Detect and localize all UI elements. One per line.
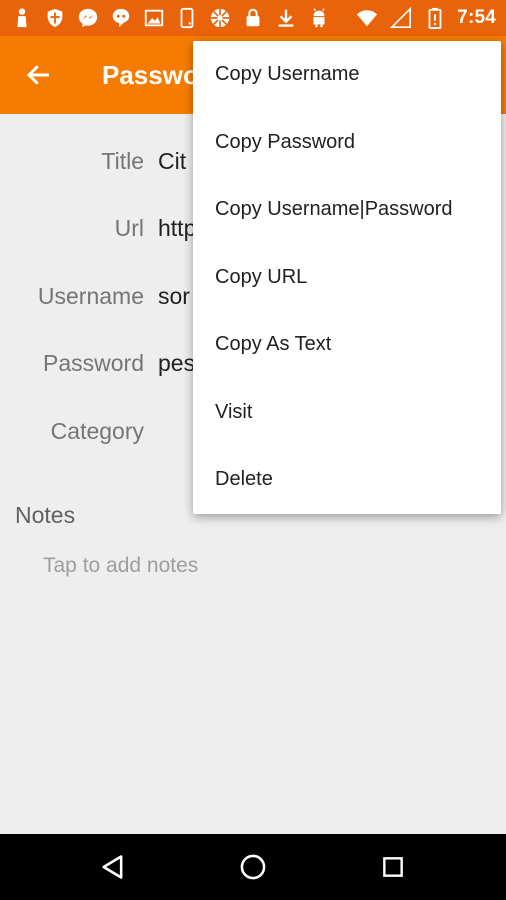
nav-back-button[interactable] xyxy=(93,847,133,887)
username-value[interactable]: sor xyxy=(158,283,190,310)
chat-icon xyxy=(109,6,133,30)
password-value[interactable]: pes xyxy=(158,350,195,377)
nav-recents-button[interactable] xyxy=(373,847,413,887)
phone-icon xyxy=(175,6,199,30)
status-bar: 7:54 xyxy=(0,0,506,36)
menu-visit[interactable]: Visit xyxy=(193,379,501,447)
messenger-icon xyxy=(76,6,100,30)
menu-copy-password[interactable]: Copy Password xyxy=(193,109,501,177)
menu-copy-url[interactable]: Copy URL xyxy=(193,244,501,312)
download-icon xyxy=(274,6,298,30)
android-icon xyxy=(307,6,331,30)
arrow-back-icon xyxy=(26,65,49,85)
signal-icon xyxy=(389,6,413,30)
category-label: Category xyxy=(50,418,144,444)
nav-home-button[interactable] xyxy=(233,847,273,887)
settings-wheel-icon xyxy=(208,6,232,30)
system-indicators: 7:54 xyxy=(355,0,496,36)
lock-icon xyxy=(241,6,265,30)
system-nav-bar xyxy=(0,834,506,900)
menu-copy-username[interactable]: Copy Username xyxy=(193,41,501,109)
image-icon xyxy=(142,6,166,30)
battery-icon xyxy=(423,6,447,30)
person-icon xyxy=(10,6,34,30)
notification-icons xyxy=(10,0,331,36)
wifi-icon xyxy=(355,6,379,30)
shield-icon xyxy=(43,6,67,30)
home-circle-icon xyxy=(240,854,266,880)
back-triangle-icon xyxy=(102,855,123,879)
recents-square-icon xyxy=(383,857,403,877)
notes-heading: Notes xyxy=(15,502,76,528)
status-clock: 7:54 xyxy=(457,7,496,28)
back-button[interactable] xyxy=(20,56,58,94)
url-label: Url xyxy=(114,215,144,241)
notes-field[interactable]: Tap to add notes xyxy=(43,554,198,578)
password-label: Password xyxy=(43,350,144,376)
menu-delete[interactable]: Delete xyxy=(193,446,501,514)
url-value[interactable]: http xyxy=(158,215,196,242)
title-label: Title xyxy=(101,148,144,174)
title-value[interactable]: Cit xyxy=(158,148,186,175)
menu-copy-as-text[interactable]: Copy As Text xyxy=(193,311,501,379)
menu-copy-username-password[interactable]: Copy Username|Password xyxy=(193,176,501,244)
username-label: Username xyxy=(37,283,144,309)
overflow-menu: Copy Username Copy Password Copy Usernam… xyxy=(193,41,501,514)
